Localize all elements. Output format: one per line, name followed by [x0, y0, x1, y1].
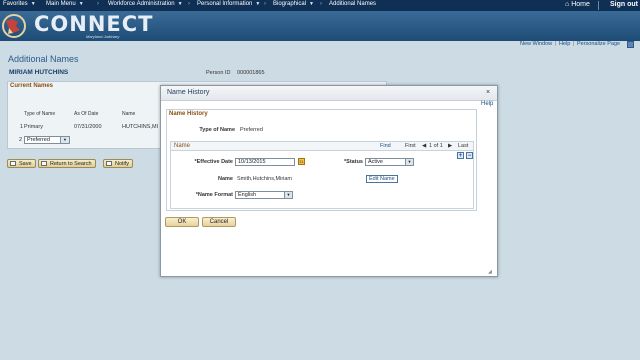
- sign-out-link[interactable]: Sign out: [610, 1, 638, 8]
- first-link[interactable]: First: [405, 143, 416, 149]
- modal-help-link[interactable]: Help: [481, 101, 493, 107]
- home-link[interactable]: ⌂ Home: [565, 1, 590, 8]
- nav-separator: ›: [320, 1, 322, 7]
- column-header-date: As Of Date: [74, 111, 99, 117]
- last-link[interactable]: Last: [458, 143, 468, 149]
- save-button[interactable]: Save: [7, 159, 36, 168]
- effective-date-label: *Effective Date: [194, 159, 233, 165]
- person-id-label: Person ID: [206, 70, 231, 76]
- brand-subtitle: Maryland Judiciary: [86, 34, 120, 39]
- table-cell-type: Primary: [24, 124, 43, 130]
- personalize-page-link[interactable]: Personalize Page: [577, 41, 620, 47]
- brand-name: CONNECT: [34, 12, 154, 36]
- nav-separator: ›: [188, 1, 190, 7]
- util-separator: |: [555, 41, 557, 47]
- status-select[interactable]: Active ▼: [365, 158, 414, 166]
- row-range: 1 of 1: [429, 143, 443, 149]
- cancel-button[interactable]: Cancel: [202, 217, 236, 227]
- find-link[interactable]: Find: [380, 143, 391, 149]
- chevron-down-icon: ▼: [309, 1, 314, 7]
- nav-current-page: Additional Names: [329, 1, 377, 7]
- name-format-label: *Name Format: [195, 192, 233, 198]
- ok-button[interactable]: OK: [165, 217, 199, 227]
- row-number: 1: [20, 124, 24, 130]
- type-of-name-select[interactable]: Preferred ▼: [24, 136, 70, 144]
- name-format-select[interactable]: English ▼: [235, 191, 293, 199]
- top-navigation-bar: Favorites ▼ Main Menu ▼ › Workforce Admini…: [0, 0, 640, 11]
- resize-handle-icon[interactable]: ◢: [488, 269, 492, 275]
- home-icon: ⌂: [565, 1, 570, 8]
- util-separator: |: [573, 41, 575, 47]
- chevron-down-icon: ▼: [284, 192, 292, 198]
- modal-title: Name History: [167, 89, 210, 96]
- close-icon[interactable]: ×: [484, 89, 492, 97]
- person-id-value: 000001865: [237, 70, 265, 76]
- delete-row-icon[interactable]: −: [466, 152, 473, 159]
- name-label: Name: [218, 176, 233, 182]
- type-of-name-label: Type of Name: [199, 127, 235, 133]
- section-title: Name History: [169, 111, 208, 117]
- new-window-link[interactable]: New Window: [520, 41, 552, 47]
- nav-workforce-administration[interactable]: Workforce Administration ▼: [108, 1, 183, 7]
- nav-biographical[interactable]: Biographical ▼: [273, 1, 314, 7]
- nav-personal-information[interactable]: Personal Information ▼: [197, 1, 260, 7]
- chevron-down-icon: ▼: [60, 137, 69, 143]
- previous-icon[interactable]: ◀: [422, 143, 426, 149]
- type-of-name-value: Preferred: [240, 127, 263, 133]
- calendar-icon[interactable]: 31: [298, 158, 305, 165]
- employee-name: MIRIAM HUTCHINS: [9, 69, 69, 76]
- name-scroll-header: Name Find First ◀ 1 of 1 ▶ Last: [170, 141, 474, 151]
- chevron-down-icon: ▼: [78, 1, 84, 7]
- page-title: Additional Names: [8, 54, 79, 64]
- envelope-icon: [106, 161, 112, 166]
- column-header-name: Name: [122, 111, 136, 117]
- nav-main-menu[interactable]: Main Menu ▼: [46, 1, 84, 7]
- chevron-down-icon: ▼: [405, 159, 413, 165]
- name-value: Smith,Hutchins,Miriam: [237, 176, 293, 182]
- save-icon: [10, 161, 16, 166]
- connect-logo-icon: [2, 14, 26, 38]
- status-label: *Status: [344, 159, 363, 165]
- notify-button[interactable]: Notify: [103, 159, 134, 168]
- scroll-title: Name: [174, 143, 191, 149]
- table-cell-date: 07/31/2000: [74, 124, 102, 130]
- chevron-down-icon: ▼: [177, 1, 183, 7]
- name-history-modal: Name History × Help Name History Type of…: [160, 85, 498, 277]
- grid-title: Current Names: [10, 83, 54, 89]
- edit-name-button[interactable]: Edit Name: [366, 175, 398, 183]
- chevron-down-icon: ▼: [255, 1, 261, 7]
- return-to-search-button[interactable]: Return to Search: [38, 159, 96, 168]
- add-row-icon[interactable]: +: [457, 152, 464, 159]
- page-options-icon[interactable]: [627, 41, 634, 48]
- effective-date-input[interactable]: 10/13/2015: [235, 158, 295, 166]
- next-icon[interactable]: ▶: [448, 143, 452, 149]
- nav-divider: [598, 1, 599, 10]
- nav-separator: ›: [97, 1, 99, 7]
- column-header-type: Type of Name: [24, 111, 56, 117]
- chevron-down-icon: ▼: [30, 1, 36, 7]
- nav-favorites[interactable]: Favorites ▼: [3, 1, 36, 7]
- help-link[interactable]: Help: [559, 41, 570, 47]
- return-icon: [41, 161, 47, 166]
- name-history-section: Name History Type of Name Preferred Name…: [166, 109, 477, 211]
- table-cell-name: HUTCHINS,MI: [122, 124, 159, 130]
- row-number: 2: [19, 137, 23, 143]
- nav-separator: ›: [264, 1, 266, 7]
- modal-titlebar[interactable]: Name History ×: [161, 86, 497, 101]
